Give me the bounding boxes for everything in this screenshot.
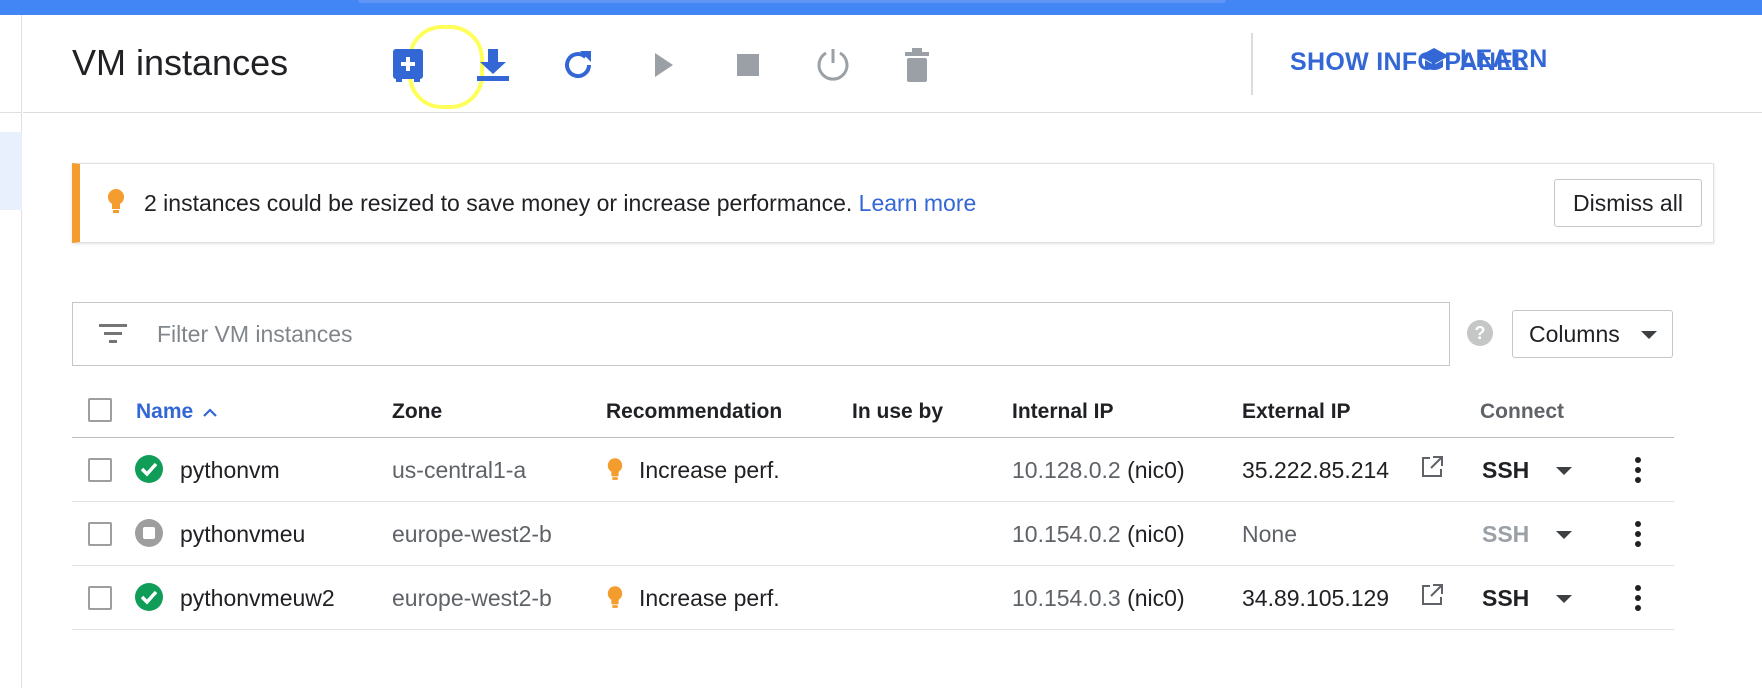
- learn-label: LEARN: [1460, 45, 1548, 73]
- instance-name[interactable]: pythonvmeu: [180, 521, 305, 548]
- start-button[interactable]: [643, 45, 683, 85]
- internal-ip: 10.128.0.2 (nic0): [1012, 457, 1185, 484]
- row-checkbox[interactable]: [88, 586, 112, 610]
- external-ip[interactable]: 34.89.105.129: [1242, 585, 1389, 612]
- columns-label: Columns: [1529, 320, 1620, 347]
- stop-icon: [737, 54, 759, 76]
- recommendation-banner: 2 instances could be resized to save mon…: [72, 163, 1714, 243]
- learn-button[interactable]: LEARN: [1418, 45, 1548, 74]
- internal-ip: 10.154.0.3 (nic0): [1012, 585, 1185, 612]
- row-checkbox[interactable]: [88, 522, 112, 546]
- import-vm-icon: [477, 49, 509, 81]
- filter-list-icon: [99, 324, 127, 343]
- ssh-button[interactable]: SSH: [1482, 457, 1529, 484]
- more-actions-icon[interactable]: [1628, 454, 1648, 486]
- start-icon: [655, 53, 673, 77]
- column-header-name[interactable]: Name: [136, 400, 217, 424]
- lightbulb-icon: [607, 458, 623, 480]
- sort-ascending-icon: [203, 408, 217, 417]
- column-header-name-label: Name: [136, 400, 194, 423]
- refresh-button[interactable]: [558, 45, 598, 85]
- help-icon[interactable]: ?: [1467, 320, 1493, 346]
- column-header-internal-ip[interactable]: Internal IP: [1012, 400, 1114, 424]
- reset-icon: [817, 49, 849, 81]
- table-row: pythonvmeu europe-west2-b 10.154.0.2 (ni…: [72, 502, 1674, 566]
- recommendation-text[interactable]: Increase perf.: [639, 585, 780, 612]
- table-row: pythonvm us-central1-a Increase perf. 10…: [72, 438, 1674, 502]
- internal-ip: 10.154.0.2 (nic0): [1012, 521, 1185, 548]
- dismiss-all-button[interactable]: Dismiss all: [1554, 179, 1702, 227]
- column-header-connect: Connect: [1480, 400, 1564, 423]
- ssh-button[interactable]: SSH: [1482, 585, 1529, 612]
- banner-message: 2 instances could be resized to save mon…: [144, 190, 976, 217]
- external-ip: None: [1242, 521, 1297, 547]
- lightbulb-icon: [607, 586, 623, 608]
- left-nav-rail: [0, 15, 22, 688]
- create-instance-button[interactable]: [388, 45, 428, 85]
- table-header-row: Name Zone Recommendation In use by Inter…: [72, 380, 1674, 438]
- external-link-icon[interactable]: [1420, 455, 1444, 479]
- left-nav-header: [0, 15, 22, 113]
- lightbulb-icon: [108, 189, 124, 213]
- column-header-recommendation[interactable]: Recommendation: [606, 400, 782, 424]
- page-header: VM instances SHOW INFO PANEL LEARN: [23, 15, 1762, 113]
- internal-ip-address: 10.128.0.2: [1012, 457, 1121, 483]
- learn-more-link[interactable]: Learn more: [859, 190, 977, 216]
- page-title: VM instances: [72, 42, 289, 83]
- reset-button[interactable]: [813, 45, 853, 85]
- external-ip[interactable]: 35.222.85.214: [1242, 457, 1389, 484]
- internal-ip-nic: (nic0): [1127, 585, 1185, 611]
- ssh-button[interactable]: SSH: [1482, 521, 1529, 548]
- create-instance-icon: [393, 49, 423, 82]
- instance-zone: us-central1-a: [392, 457, 527, 483]
- toolbar-divider: [1251, 33, 1253, 95]
- filter-input[interactable]: [157, 317, 1357, 351]
- external-link-icon[interactable]: [1420, 583, 1444, 607]
- select-all-checkbox[interactable]: [88, 398, 112, 422]
- stopped-status-icon: [135, 519, 163, 547]
- internal-ip-nic: (nic0): [1127, 457, 1185, 483]
- ssh-dropdown-arrow-icon[interactable]: [1556, 531, 1572, 539]
- dropdown-arrow-icon: [1641, 331, 1657, 339]
- vm-instances-table: Name Zone Recommendation In use by Inter…: [72, 380, 1674, 630]
- delete-icon: [905, 48, 929, 82]
- delete-button[interactable]: [897, 45, 937, 85]
- internal-ip-address: 10.154.0.2: [1012, 521, 1121, 547]
- table-row: pythonvmeuw2 europe-west2-b Increase per…: [72, 566, 1674, 630]
- ssh-dropdown-arrow-icon[interactable]: [1556, 467, 1572, 475]
- column-header-external-ip[interactable]: External IP: [1242, 400, 1351, 424]
- internal-ip-nic: (nic0): [1127, 521, 1185, 547]
- more-actions-icon[interactable]: [1628, 582, 1648, 614]
- school-icon: [1419, 47, 1449, 70]
- ssh-dropdown-arrow-icon[interactable]: [1556, 595, 1572, 603]
- banner-message-text: 2 instances could be resized to save mon…: [144, 190, 853, 216]
- instance-name[interactable]: pythonvmeuw2: [180, 585, 335, 612]
- refresh-icon: [565, 51, 592, 79]
- stop-button[interactable]: [728, 45, 768, 85]
- columns-button[interactable]: Columns: [1512, 310, 1673, 358]
- internal-ip-address: 10.154.0.3: [1012, 585, 1121, 611]
- search-bar[interactable]: [358, 0, 1226, 3]
- import-vm-button[interactable]: [473, 45, 513, 85]
- left-nav-selected-item[interactable]: [0, 132, 22, 210]
- running-status-icon: [135, 583, 163, 611]
- instance-zone: europe-west2-b: [392, 521, 552, 547]
- instance-name[interactable]: pythonvm: [180, 457, 280, 484]
- recommendation-text[interactable]: Increase perf.: [639, 457, 780, 484]
- filter-bar[interactable]: [72, 302, 1450, 366]
- top-app-bar: [0, 0, 1762, 15]
- more-actions-icon[interactable]: [1628, 518, 1648, 550]
- running-status-icon: [135, 455, 163, 483]
- column-header-zone[interactable]: Zone: [392, 400, 442, 424]
- instance-zone: europe-west2-b: [392, 585, 552, 611]
- column-header-in-use-by[interactable]: In use by: [852, 400, 943, 424]
- row-checkbox[interactable]: [88, 458, 112, 482]
